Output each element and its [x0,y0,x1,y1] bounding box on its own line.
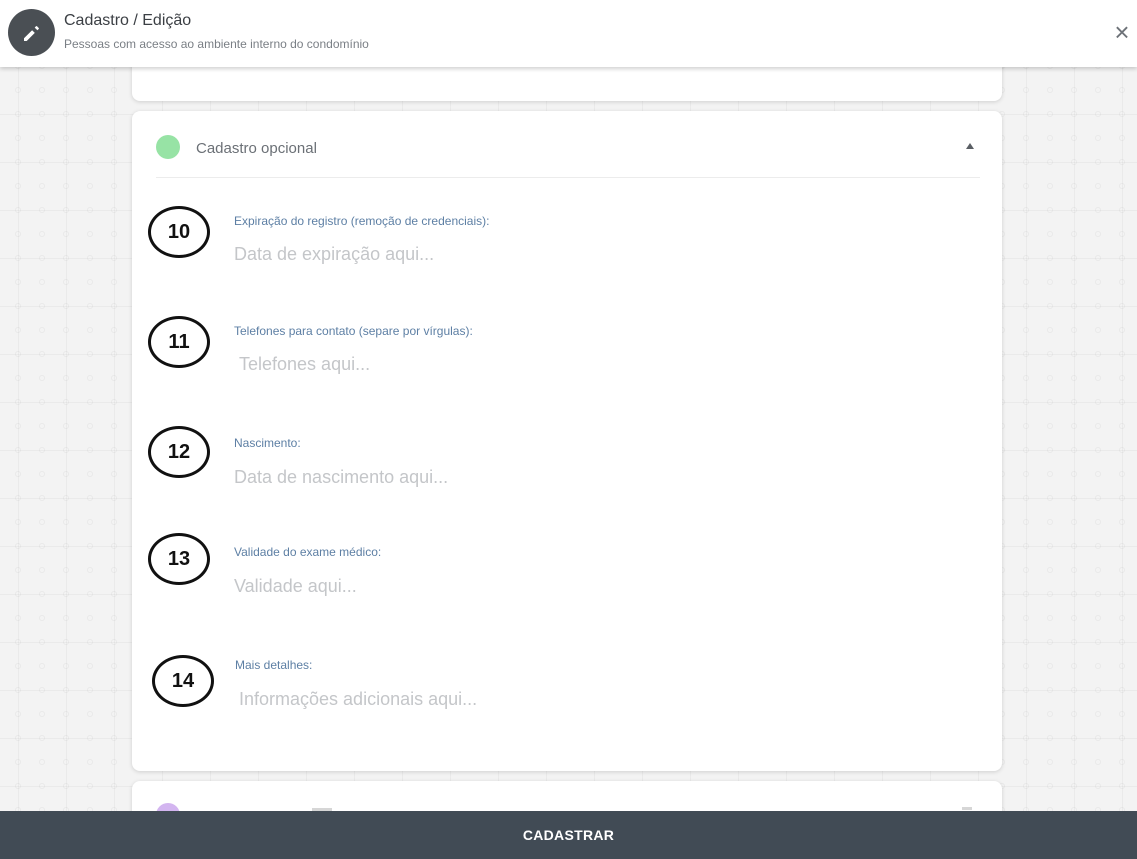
field-label: Validade do exame médico: [234,545,382,559]
submit-button[interactable]: CADASTRAR [0,811,1137,859]
field-phones: 11 Telefones para contato (separe por ví… [148,315,968,385]
page-subtitle: Pessoas com acesso ao ambiente interno d… [64,37,369,51]
step-badge: 11 [148,316,210,368]
field-label: Expiração do registro (remoção de creden… [234,214,490,228]
medical-exam-validity-input[interactable] [234,573,834,599]
expiration-date-input[interactable] [234,241,834,267]
status-dot [156,135,180,159]
details-input[interactable] [239,686,839,712]
birthdate-input[interactable] [234,464,834,490]
field-expiration: 10 Expiração do registro (remoção de cre… [148,204,968,274]
step-badge: 12 [148,426,210,478]
field-medical-exam: 13 Validade do exame médico: [148,533,968,603]
pencil-icon [8,9,55,56]
caret-icon [962,807,972,810]
caret-up-icon[interactable] [966,143,974,149]
step-badge: 10 [148,206,210,258]
optional-registration-section: Cadastro opcional 10 Expiração do regist… [132,111,1002,771]
field-birthdate: 12 Nascimento: [148,426,968,496]
section-header[interactable]: Cadastro opcional [156,111,980,178]
field-label: Telefones para contato (separe por vírgu… [234,324,473,338]
page-title: Cadastro / Edição [64,12,192,29]
modal-header: Cadastro / Edição Pessoas com acesso ao … [0,0,1137,67]
section-title: Cadastro opcional [196,140,317,157]
step-badge: 14 [152,655,214,707]
field-details: 14 Mais detalhes: [148,654,968,724]
field-label: Nascimento: [234,436,301,450]
close-button[interactable]: × [1109,18,1135,46]
phones-input[interactable] [239,351,839,377]
step-badge: 13 [148,533,210,585]
field-label: Mais detalhes: [235,658,313,672]
